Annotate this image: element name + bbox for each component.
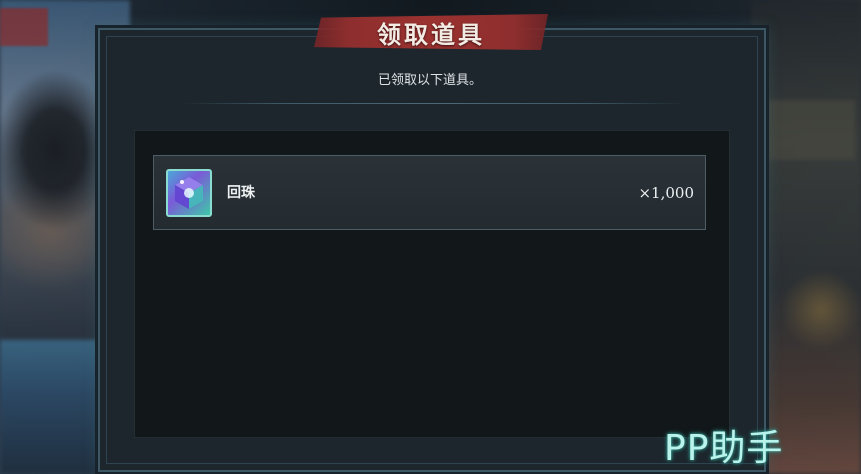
background-right-card [765,100,855,160]
dialog-title: 领取道具 [377,19,485,49]
divider [180,103,686,104]
background-right-scene [751,0,861,474]
item-name: 回珠 [227,185,255,201]
game-screen: 领取道具 已领取以下道具。 回珠 ×1,000 PP助手 [0,0,861,474]
orb-crystal-icon [166,169,212,217]
dialog-subtitle: 已领取以下道具。 [377,73,482,88]
background-left-bottom [0,340,105,474]
background-badge [0,8,48,46]
watermark-logo: PP助手 [664,428,784,469]
item-quantity: ×1,000 [638,184,694,202]
